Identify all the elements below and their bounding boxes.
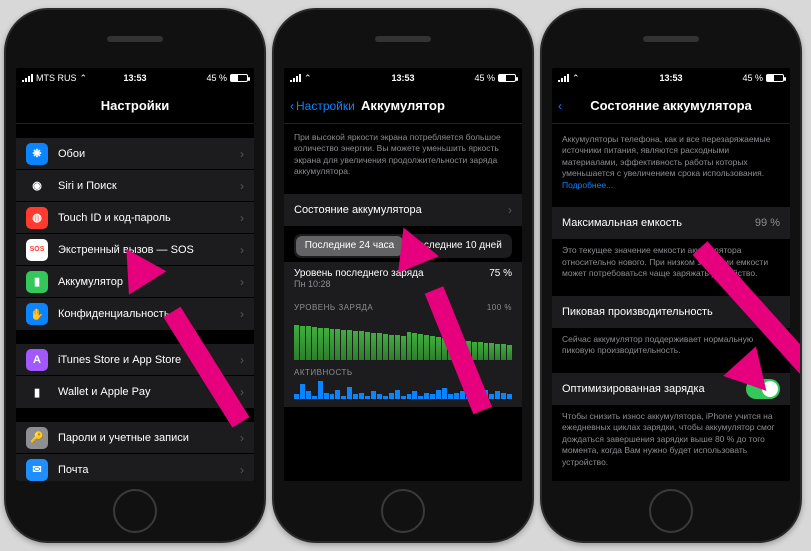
wallet-icon: ▮ bbox=[26, 381, 48, 403]
chevron-right-icon: › bbox=[240, 243, 244, 257]
clock: 13:53 bbox=[284, 73, 522, 83]
page-title: Настройки bbox=[101, 98, 170, 113]
chevron-left-icon: ‹ bbox=[558, 99, 562, 113]
bezel-bottom bbox=[274, 481, 532, 541]
battery-icon bbox=[230, 74, 248, 82]
settings-row[interactable]: AiTunes Store и App Store› bbox=[16, 344, 254, 376]
settings-row[interactable]: ✋ Конфиденциальность› bbox=[16, 298, 254, 330]
chevron-right-icon: › bbox=[240, 463, 244, 477]
phone-battery: ⌃ 13:53 45 % ‹ Настройки Аккумулятор При… bbox=[272, 8, 534, 543]
learn-more-link[interactable]: Подробнее... bbox=[562, 180, 613, 190]
bezel-top bbox=[6, 10, 264, 68]
battery-info-text: Аккумуляторы телефона, как и все перезар… bbox=[552, 124, 790, 193]
passwords-icon: 🔑 bbox=[26, 427, 48, 449]
phone-settings: MTS RUS ⌃ 13:53 45 % Настройки ❋Обои›◉Si… bbox=[4, 8, 266, 543]
phone-battery-health: ⌃ 13:53 45 % ‹ Состояние аккумулятора Ак… bbox=[540, 8, 802, 543]
peak-performance-label: Пиковая производительность bbox=[562, 306, 780, 318]
mail-icon: ✉ bbox=[26, 459, 48, 481]
wallpaper-icon: ❋ bbox=[26, 143, 48, 165]
settings-row-label: Конфиденциальность bbox=[58, 308, 240, 320]
screen: ⌃ 13:53 45 % ‹ Состояние аккумулятора Ак… bbox=[552, 68, 790, 481]
last-charge-value: 75 % bbox=[489, 268, 512, 279]
settings-row[interactable]: ▮ Wallet и Apple Pay› bbox=[16, 376, 254, 408]
max-capacity-value: 99 % bbox=[755, 217, 780, 229]
clock: 13:53 bbox=[16, 73, 254, 83]
battery-info-body: Аккумуляторы телефона, как и все перезар… bbox=[562, 134, 770, 178]
settings-row-label: Почта bbox=[58, 464, 240, 476]
page-title: Состояние аккумулятора bbox=[590, 98, 752, 113]
clock: 13:53 bbox=[552, 73, 790, 83]
chart-activity-label: АКТИВНОСТЬ bbox=[294, 368, 512, 377]
page-title: Аккумулятор bbox=[361, 98, 445, 113]
status-bar: MTS RUS ⌃ 13:53 45 % bbox=[16, 68, 254, 88]
siri-icon: ◉ bbox=[26, 175, 48, 197]
settings-list[interactable]: ❋Обои›◉Siri и Поиск›◍Touch ID и код-паро… bbox=[16, 124, 254, 481]
chevron-right-icon: › bbox=[508, 203, 512, 217]
chevron-right-icon: › bbox=[240, 431, 244, 445]
settings-row[interactable]: ◍ Touch ID и код-пароль› bbox=[16, 202, 254, 234]
privacy-icon: ✋ bbox=[26, 303, 48, 325]
activity-bars bbox=[294, 379, 512, 399]
back-label: Настройки bbox=[296, 99, 355, 113]
battery-icon bbox=[766, 74, 784, 82]
charge-level-bars bbox=[294, 314, 512, 360]
bezel-bottom bbox=[542, 481, 800, 541]
chart-axis-max: 100 % bbox=[487, 303, 512, 312]
optimized-charging-footer: Чтобы снизить износ аккумулятора, iPhone… bbox=[552, 405, 790, 470]
settings-row[interactable]: 🔑 Пароли и учетные записи› bbox=[16, 422, 254, 454]
chart-level-label: УРОВЕНЬ ЗАРЯДА bbox=[294, 303, 373, 312]
battery-health-row[interactable]: Состояние аккумулятора › bbox=[284, 194, 522, 226]
nav-bar: Настройки bbox=[16, 88, 254, 124]
home-button[interactable] bbox=[113, 489, 157, 533]
settings-row-label: Wallet и Apple Pay bbox=[58, 386, 240, 398]
battery-icon bbox=[498, 74, 516, 82]
status-bar: ⌃ 13:53 45 % bbox=[284, 68, 522, 88]
bezel-bottom bbox=[6, 481, 264, 541]
optimized-charging-label: Оптимизированная зарядка bbox=[562, 383, 746, 395]
nav-bar: ‹ Настройки Аккумулятор bbox=[284, 88, 522, 124]
health-content[interactable]: Аккумуляторы телефона, как и все перезар… bbox=[552, 124, 790, 481]
chevron-right-icon: › bbox=[240, 385, 244, 399]
sos-icon: SOS bbox=[26, 239, 48, 261]
status-bar: ⌃ 13:53 45 % bbox=[552, 68, 790, 88]
settings-row-label: Пароли и учетные записи bbox=[58, 432, 240, 444]
chevron-right-icon: › bbox=[240, 275, 244, 289]
last-charge-time: Пн 10:28 bbox=[294, 279, 512, 289]
max-capacity-footer: Это текущее значение емкости аккумулятор… bbox=[552, 239, 790, 281]
battery-icon: ▮ bbox=[26, 271, 48, 293]
max-capacity-row: Максимальная емкость 99 % bbox=[552, 207, 790, 239]
settings-row[interactable]: ✉ Почта› bbox=[16, 454, 254, 481]
battery-chart: УРОВЕНЬ ЗАРЯДА 100 % АКТИВНОСТЬ bbox=[284, 295, 522, 407]
chevron-right-icon: › bbox=[240, 179, 244, 193]
bezel-top bbox=[274, 10, 532, 68]
home-button[interactable] bbox=[649, 489, 693, 533]
max-capacity-label: Максимальная емкость bbox=[562, 217, 755, 229]
settings-row-label: Обои bbox=[58, 148, 240, 160]
nav-bar: ‹ Состояние аккумулятора bbox=[552, 88, 790, 124]
touchid-icon: ◍ bbox=[26, 207, 48, 229]
back-button[interactable]: ‹ bbox=[558, 99, 562, 113]
battery-content[interactable]: При высокой яркости экрана потребляется … bbox=[284, 124, 522, 481]
peak-performance-row: Пиковая производительность bbox=[552, 296, 790, 328]
settings-row-label: Siri и Поиск bbox=[58, 180, 240, 192]
settings-row[interactable]: ❋ Обои› bbox=[16, 138, 254, 170]
brightness-hint: При высокой яркости экрана потребляется … bbox=[284, 124, 522, 180]
screen: ⌃ 13:53 45 % ‹ Настройки Аккумулятор При… bbox=[284, 68, 522, 481]
chevron-right-icon: › bbox=[240, 353, 244, 367]
chevron-right-icon: › bbox=[240, 307, 244, 321]
back-button[interactable]: ‹ Настройки bbox=[290, 99, 355, 113]
settings-row-label: Touch ID и код-пароль bbox=[58, 212, 240, 224]
chevron-right-icon: › bbox=[240, 211, 244, 225]
chevron-right-icon: › bbox=[240, 147, 244, 161]
chevron-left-icon: ‹ bbox=[290, 99, 294, 113]
settings-row-label: iTunes Store и App Store bbox=[58, 354, 240, 366]
itunes-icon: A bbox=[26, 349, 48, 371]
settings-row[interactable]: ◉ Siri и Поиск› bbox=[16, 170, 254, 202]
battery-health-label: Состояние аккумулятора bbox=[294, 204, 508, 216]
bezel-top bbox=[542, 10, 800, 68]
home-button[interactable] bbox=[381, 489, 425, 533]
